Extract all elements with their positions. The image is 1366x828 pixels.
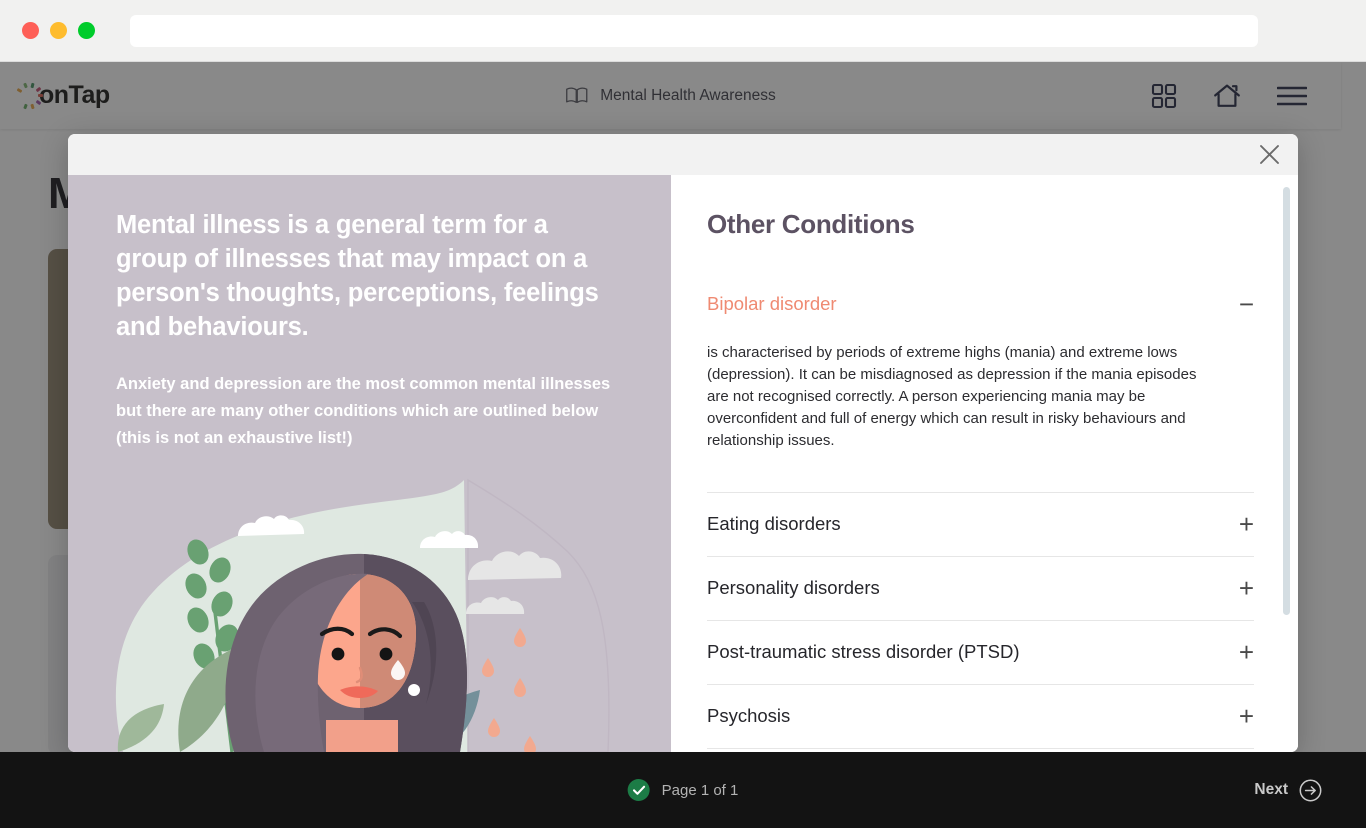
address-bar[interactable] xyxy=(130,14,1258,47)
browser-chrome xyxy=(0,0,1366,62)
window-maximize-button[interactable] xyxy=(78,22,95,39)
accordion-label: Eating disorders xyxy=(707,513,841,535)
intro-subtext: Anxiety and depression are the most comm… xyxy=(116,374,611,448)
page-status: Page 1 of 1 xyxy=(627,779,739,801)
accordion-label: Bipolar disorder xyxy=(707,293,837,314)
arrow-right-circle-icon xyxy=(1299,779,1322,802)
window-close-button[interactable] xyxy=(22,22,39,39)
accordion-header[interactable]: Bipolar disorder − xyxy=(707,273,1254,336)
accordion-header[interactable]: Eating disorders + xyxy=(707,493,1254,556)
modal-body: Mental illness is a general term for a g… xyxy=(68,175,1298,752)
accordion-item: Personality disorders + xyxy=(707,557,1254,622)
plus-icon[interactable]: + xyxy=(1239,511,1254,537)
modal-topbar xyxy=(68,134,1298,175)
next-button[interactable]: Next xyxy=(1254,779,1322,802)
conditions-modal: Mental illness is a general term for a g… xyxy=(68,134,1298,752)
accordion-label: Psychosis xyxy=(707,705,791,727)
modal-scrollbar[interactable] xyxy=(1283,187,1290,615)
accordion-item: Bipolar disorder − is characterised by per… xyxy=(707,273,1254,494)
check-circle-icon xyxy=(627,779,650,801)
intro-text-block: Mental illness is a general term for a g… xyxy=(68,175,671,452)
conditions-title: Other Conditions xyxy=(707,209,915,239)
accordion-label: Post-traumatic stress disorder (PTSD) xyxy=(707,641,1020,663)
minus-icon[interactable]: − xyxy=(1239,291,1254,317)
intro-heading: Mental illness is a general term for a g… xyxy=(116,211,599,341)
conditions-accordion: Bipolar disorder − is characterised by per… xyxy=(707,273,1254,750)
window-minimize-button[interactable] xyxy=(50,22,67,39)
next-button-label: Next xyxy=(1254,781,1288,798)
close-icon[interactable] xyxy=(1259,144,1280,165)
page-status-text: Page 1 of 1 xyxy=(661,781,739,799)
accordion-header[interactable]: Psychosis + xyxy=(707,685,1254,748)
accordion-body: is characterised by periods of extreme h… xyxy=(707,344,1197,450)
accordion-item: Post-traumatic stress disorder (PTSD) + xyxy=(707,621,1254,686)
accordion-item: Psychosis + xyxy=(707,685,1254,750)
woman-with-clouds-and-plants-illustration xyxy=(115,478,610,752)
conditions-panel: Other Conditions Bipolar disorder − is cha… xyxy=(671,175,1298,752)
accordion-header[interactable]: Post-traumatic stress disorder (PTSD) + xyxy=(707,621,1254,684)
window-traffic-lights xyxy=(22,22,95,39)
intro-panel: Mental illness is a general term for a g… xyxy=(68,175,671,752)
accordion-label: Personality disorders xyxy=(707,577,880,599)
accordion-item: Eating disorders + xyxy=(707,493,1254,558)
plus-icon[interactable]: + xyxy=(1239,703,1254,729)
accordion-header[interactable]: Personality disorders + xyxy=(707,557,1254,620)
plus-icon[interactable]: + xyxy=(1239,639,1254,665)
plus-icon[interactable]: + xyxy=(1239,575,1254,601)
bottom-bar: Page 1 of 1 Next xyxy=(0,752,1366,828)
